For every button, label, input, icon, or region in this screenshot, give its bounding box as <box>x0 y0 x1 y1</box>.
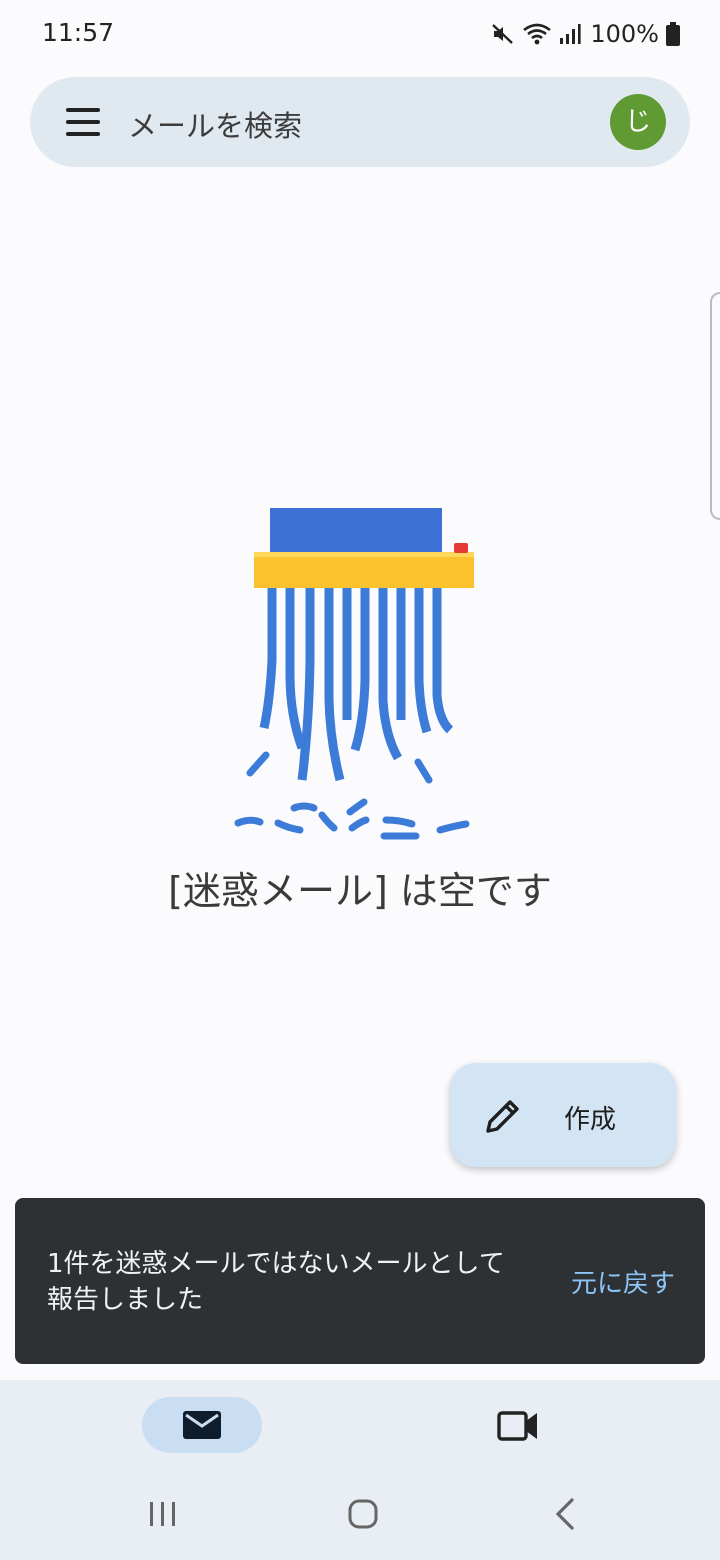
side-handle[interactable] <box>710 292 720 520</box>
status-time: 11:57 <box>42 18 115 47</box>
mail-icon <box>183 1411 221 1439</box>
wifi-icon <box>523 23 552 45</box>
battery-icon <box>666 22 680 46</box>
signal-icon <box>560 24 581 44</box>
avatar[interactable]: じ <box>610 94 666 150</box>
compose-label: 作成 <box>564 1105 617 1135</box>
home-icon[interactable] <box>347 1498 379 1530</box>
snackbar-message: 1件を迷惑メールではないメールとして報告しました <box>47 1249 505 1315</box>
back-icon[interactable] <box>552 1496 578 1532</box>
video-camera-icon[interactable] <box>496 1407 540 1443</box>
compose-button[interactable]: 作成 <box>450 1063 676 1167</box>
snackbar: 1件を迷惑メールではないメールとして報告しました 元に戻す <box>15 1198 705 1364</box>
undo-button[interactable]: 元に戻す <box>571 1263 675 1300</box>
bottom-navigation <box>0 1380 720 1560</box>
status-icons: 100% <box>491 20 680 48</box>
battery-percent: 100% <box>590 20 659 48</box>
pencil-icon <box>486 1100 519 1133</box>
menu-icon[interactable] <box>66 108 100 136</box>
mute-icon <box>492 24 514 44</box>
empty-state-message: [迷惑メール] は空です <box>168 869 552 913</box>
nav-item-mail[interactable] <box>142 1397 262 1453</box>
search-bar[interactable]: メールを検索 じ <box>30 77 690 167</box>
shredder-illustration <box>234 508 474 840</box>
recent-apps-icon[interactable] <box>148 1498 178 1530</box>
search-input[interactable]: メールを検索 <box>128 103 302 145</box>
status-bar: 11:57 100% <box>0 0 720 70</box>
